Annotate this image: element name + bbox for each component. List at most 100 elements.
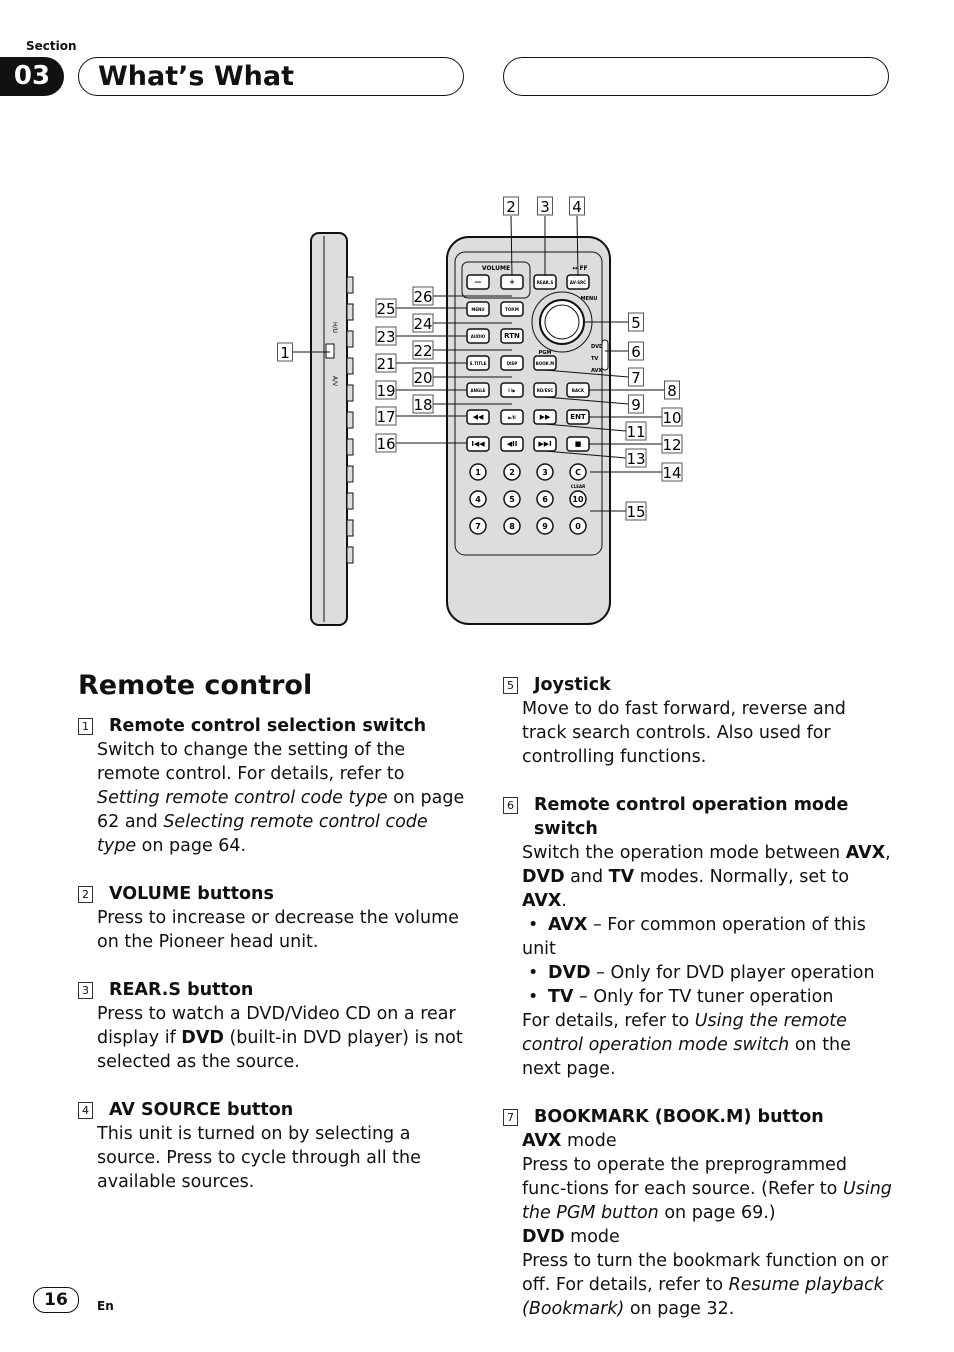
item-title: 5 Joystick	[503, 673, 895, 697]
number-key-label: 4	[475, 495, 481, 504]
remote-button-label: BOOK.M	[536, 361, 554, 366]
remote-button-label: REAR.S	[537, 280, 554, 285]
remote-control-diagram: H/UA/VVOLUME ↔ FFA.MENUPGMDVDTVAVX— + REAR.…	[277, 196, 683, 626]
callout-number: 1	[280, 344, 290, 362]
callout-number: 17	[376, 408, 395, 426]
item-paragraph: Move to do fast forward, reverse and tra…	[522, 699, 846, 767]
callout-number: 9	[631, 396, 641, 414]
callout-number: 20	[413, 369, 432, 387]
callout-number: 6	[631, 343, 641, 361]
number-key-label: 7	[475, 522, 481, 531]
joystick-inner	[544, 304, 580, 340]
callout-number: 4	[572, 198, 582, 216]
remote-button-label: +	[509, 278, 515, 286]
callout-number: 11	[626, 423, 645, 441]
pgm-label: PGM	[539, 350, 552, 356]
item-paragraph: Switch the operation mode between AVX, D…	[522, 843, 891, 911]
remote-button-label: I I▶	[508, 388, 516, 393]
remote-button-label: AUDIO	[471, 334, 486, 339]
item-title: 6 Remote control operation mode switch	[503, 793, 895, 841]
number-key-label: 2	[509, 468, 515, 477]
remote-button-label: ▶▶I	[538, 440, 551, 448]
callout-number: 5	[631, 314, 641, 332]
side-button	[346, 357, 354, 375]
callout-number: 2	[506, 198, 516, 216]
item-number-box: 1	[78, 718, 93, 735]
remote-button-label: S.TITLE	[470, 361, 487, 366]
item-paragraph: Press to increase or decrease the volume…	[97, 908, 459, 952]
side-button	[346, 438, 354, 456]
side-button	[346, 276, 354, 294]
remote-button-label: RD/ESC	[537, 388, 553, 393]
item-7: 7 BOOKMARK (BOOK.M) button AVX mode Press t…	[503, 1105, 895, 1321]
remote-button-label: RTN	[504, 332, 520, 340]
operation-mode-switch	[601, 339, 609, 371]
side-button	[346, 546, 354, 564]
remote-button-label: TOP.M	[505, 307, 519, 312]
remote-button-label: ■	[575, 440, 582, 448]
callout-number: 16	[376, 435, 395, 453]
item-title: 4 AV SOURCE button	[78, 1098, 468, 1122]
item-4: 4 AV SOURCE button This unit is turned on …	[78, 1098, 468, 1194]
item-title: 3 REAR.S button	[78, 978, 468, 1002]
item-title: 1 Remote control selection switch	[78, 714, 468, 738]
callout-number: 8	[667, 382, 677, 400]
number-key-label: C	[575, 468, 581, 477]
callout-number: 13	[626, 450, 645, 468]
side-button	[346, 330, 354, 348]
number-key-label: 5	[509, 495, 515, 504]
item-paragraph: • AVX – For common operation of this unit	[522, 915, 866, 959]
side-label: A/V	[331, 376, 338, 387]
item-number-box: 7	[503, 1109, 518, 1126]
remote-side-view	[310, 232, 348, 626]
callout-number: 18	[413, 396, 432, 414]
item-paragraph: • TV – Only for TV tuner operation	[528, 987, 834, 1007]
callout-number: 24	[413, 315, 432, 333]
selection-switch	[325, 343, 335, 359]
item-paragraph: Press to turn the bookmark function on o…	[522, 1251, 889, 1319]
item-paragraph: • DVD – Only for DVD player operation	[528, 963, 875, 983]
mode-label: TV	[591, 356, 598, 362]
volume-label: VOLUME	[482, 265, 510, 272]
mode-label: DVD	[591, 344, 603, 350]
callout-number: 14	[662, 464, 681, 482]
item-number-box: 5	[503, 677, 518, 694]
number-key-label: 0	[575, 522, 581, 531]
page-heading: Remote control	[78, 670, 313, 701]
item-1: 1 Remote control selection switch Switch t…	[78, 714, 468, 858]
ff-label: ↔ FF	[572, 265, 587, 272]
callout-number: 21	[376, 355, 395, 373]
callout-number: 3	[540, 198, 550, 216]
callout-number: 25	[376, 300, 395, 318]
side-label: H/U	[331, 322, 338, 333]
remote-button-label: ANGLE	[470, 388, 485, 393]
remote-button-label: BACK	[572, 388, 585, 393]
number-key-label: 6	[542, 495, 548, 504]
callout-number: 15	[626, 503, 645, 521]
number-key-label: 10	[572, 495, 584, 504]
item-paragraph: Switch to change the setting of the remo…	[97, 740, 465, 856]
item-paragraph: Press to watch a DVD/Video CD on a rear …	[97, 1004, 463, 1072]
remote-button-label: MENU	[471, 307, 484, 312]
clear-label: CLEAR	[571, 484, 585, 489]
left-column: 1 Remote control selection switch Switch t…	[78, 714, 468, 1218]
side-button	[346, 492, 354, 510]
remote-button-label: ▶▶	[540, 413, 551, 421]
remote-button-label: DISP	[507, 361, 518, 366]
language-label: En	[97, 1299, 114, 1313]
item-number-box: 4	[78, 1102, 93, 1119]
item-number-box: 6	[503, 797, 518, 814]
callout-number: 12	[662, 436, 681, 454]
item-paragraph: For details, refer to Using the remote c…	[522, 1011, 851, 1079]
callout-number: 26	[413, 288, 432, 306]
side-button	[346, 519, 354, 537]
item-number-box: 2	[78, 886, 93, 903]
item-3: 3 REAR.S button Press to watch a DVD/Video…	[78, 978, 468, 1074]
item-paragraph: AVX mode	[522, 1131, 617, 1151]
side-button	[346, 465, 354, 483]
remote-button-label: ▶/II	[508, 415, 516, 420]
callout-number: 19	[376, 382, 395, 400]
item-2: 2 VOLUME buttons Press to increase or decr…	[78, 882, 468, 954]
item-paragraph: Press to operate the preprogrammed func-…	[522, 1155, 892, 1223]
item-number-box: 3	[78, 982, 93, 999]
